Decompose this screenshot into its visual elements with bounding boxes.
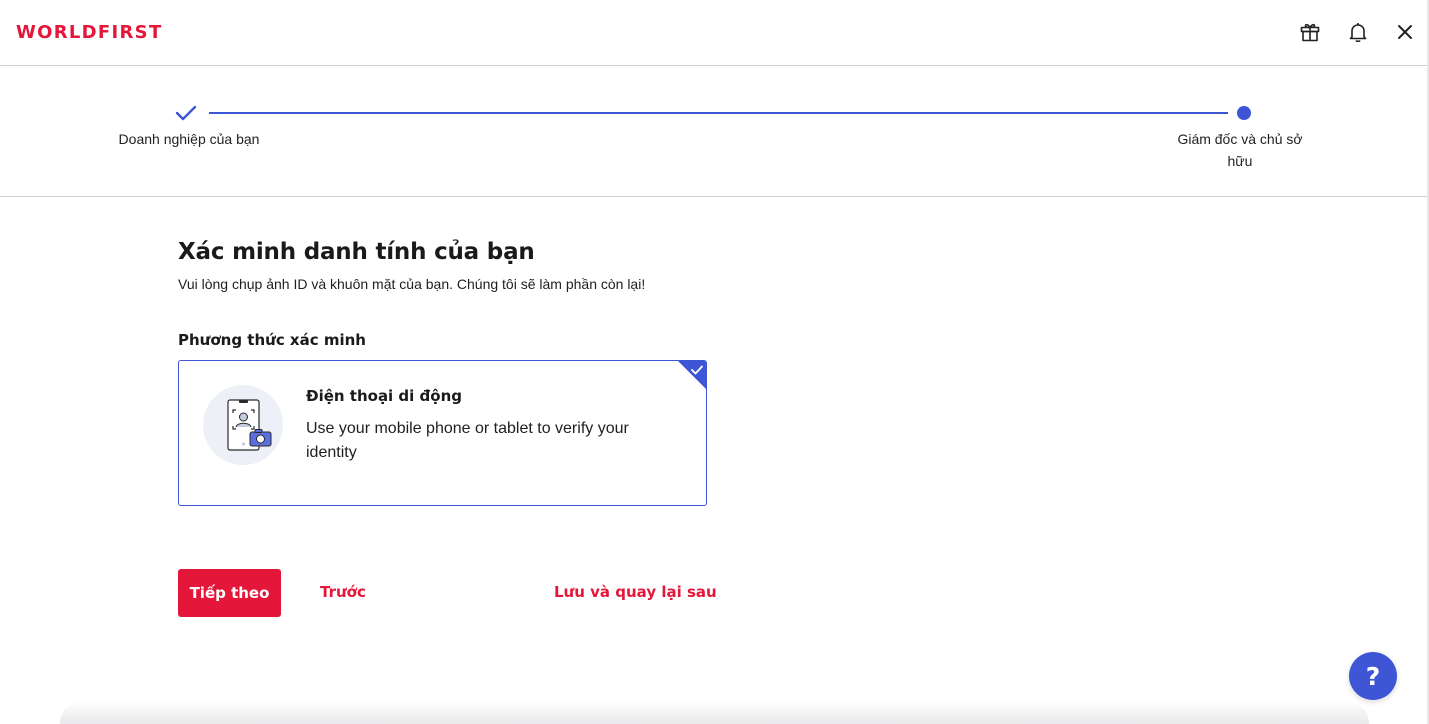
step-label-business: Doanh nghiệp của bạn xyxy=(118,131,260,147)
step-current-dot xyxy=(1237,106,1251,120)
help-button[interactable]: ? xyxy=(1349,652,1397,700)
bell-icon[interactable] xyxy=(1346,20,1370,44)
top-bar: WORLDFIRST xyxy=(0,0,1429,66)
bottom-shadow xyxy=(60,700,1369,724)
step-completed-check-icon xyxy=(175,105,197,121)
page-subtitle: Vui lòng chụp ảnh ID và khuôn mặt của bạ… xyxy=(178,276,646,292)
save-and-return-later-link[interactable]: Lưu và quay lại sau xyxy=(554,583,717,601)
progress-stepper: Doanh nghiệp của bạn Giám đốc và chủ sở … xyxy=(0,66,1429,197)
step-label-directors-owners: Giám đốc và chủ sở hữu xyxy=(1177,131,1303,169)
mobile-verification-option-card[interactable]: Điện thoại di động Use your mobile phone… xyxy=(178,360,707,506)
next-button[interactable]: Tiếp theo xyxy=(178,569,281,617)
back-button[interactable]: Trước xyxy=(320,583,366,601)
mobile-face-scan-icon xyxy=(203,385,283,465)
main-content: Xác minh danh tính của bạn Vui lòng chụp… xyxy=(178,236,718,292)
worldfirst-logo[interactable]: WORLDFIRST xyxy=(16,22,163,43)
gift-icon[interactable] xyxy=(1298,20,1322,44)
close-icon[interactable] xyxy=(1393,20,1417,44)
verification-method-label: Phương thức xác minh xyxy=(178,331,366,349)
option-description: Use your mobile phone or tablet to verif… xyxy=(306,420,629,461)
option-title: Điện thoại di động xyxy=(306,387,462,405)
selected-check-icon xyxy=(691,365,703,375)
stepper-progress-line xyxy=(209,112,1228,114)
page-title: Xác minh danh tính của bạn xyxy=(178,239,535,265)
